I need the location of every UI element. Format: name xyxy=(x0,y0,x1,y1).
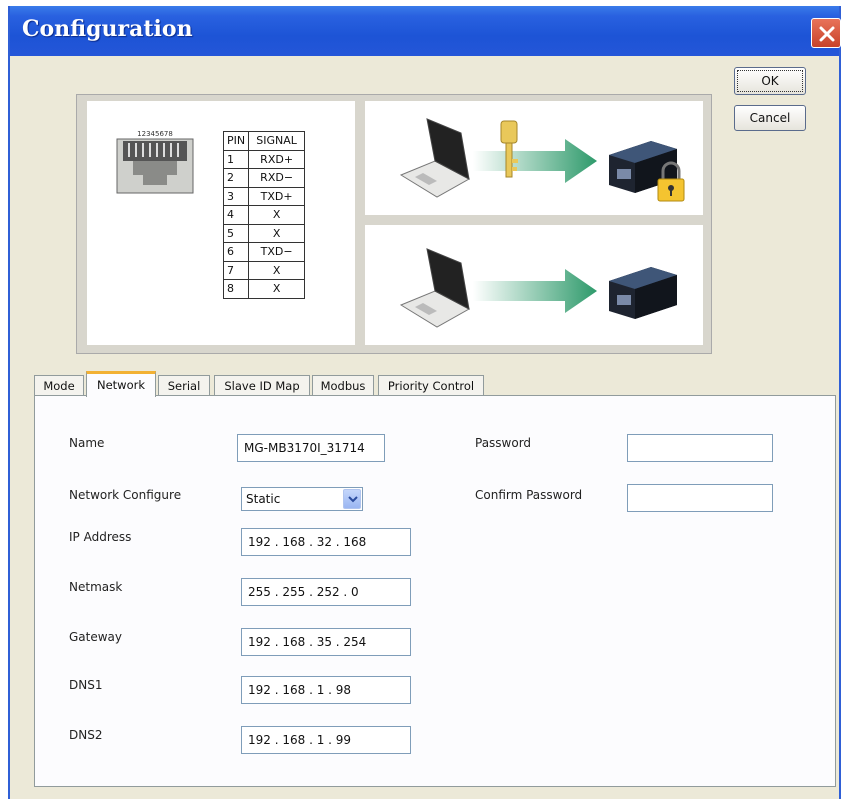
jack-pin-numbers: 12345678 xyxy=(137,130,173,138)
signal-cell: X xyxy=(248,260,306,280)
laptop-icon xyxy=(399,248,471,328)
table-row: 1 RXD+ xyxy=(222,149,306,169)
title-bar[interactable]: Configuration xyxy=(10,6,841,56)
dropdown-button[interactable] xyxy=(343,489,361,509)
dns2-field[interactable]: 192 . 168 . 1 . 99 xyxy=(241,726,411,754)
ip-address-field[interactable]: 192 . 168 . 32 . 168 xyxy=(241,528,411,556)
password-label: Password xyxy=(475,436,532,450)
tab-mode[interactable]: Mode xyxy=(34,375,84,397)
arrow-right-icon xyxy=(473,269,597,313)
network-configure-select[interactable]: Static xyxy=(241,487,363,511)
signal-cell: X xyxy=(248,223,306,243)
pinout-table: PIN SIGNAL 1 RXD+ 2 RXD− 3 TXD+ 4X 5X 6 TXD−… xyxy=(222,131,306,299)
tab-slave-id-map[interactable]: Slave ID Map xyxy=(214,375,310,397)
dns1-label: DNS1 xyxy=(69,678,103,692)
device-server-icon xyxy=(609,267,677,319)
table-row: 7X xyxy=(222,260,306,280)
ok-button[interactable]: OK xyxy=(734,67,806,95)
rj45-jack-icon: 12345678 xyxy=(116,130,194,194)
pin-header: PIN xyxy=(222,131,250,151)
tab-priority-control[interactable]: Priority Control xyxy=(378,375,484,397)
table-row: 8X xyxy=(222,279,306,299)
signal-cell: TXD− xyxy=(248,242,306,262)
gateway-field[interactable]: 192 . 168 . 35 . 254 xyxy=(241,628,411,656)
configuration-window: Configuration OK Cancel 12345678 PIN SIG… xyxy=(8,6,841,799)
network-tab-panel: Name MG-MB3170I_31714 Network Configure … xyxy=(34,395,836,787)
cancel-button[interactable]: Cancel xyxy=(734,105,806,131)
gateway-label: Gateway xyxy=(69,630,123,644)
table-row: 5X xyxy=(222,223,306,243)
netmask-label: Netmask xyxy=(69,580,123,594)
direct-connection-illustration xyxy=(365,225,703,345)
pin-cell: 8 xyxy=(222,279,250,299)
signal-cell: RXD− xyxy=(248,168,306,188)
pin-cell: 1 xyxy=(222,149,250,169)
pin-cell: 4 xyxy=(222,205,250,225)
tab-network[interactable]: Network xyxy=(86,371,156,397)
netmask-field[interactable]: 255 . 255 . 252 . 0 xyxy=(241,578,411,606)
dns2-label: DNS2 xyxy=(69,728,103,742)
dns1-field[interactable]: 192 . 168 . 1 . 98 xyxy=(241,676,411,704)
table-row: 6 TXD− xyxy=(222,242,306,262)
diagram-panel: 12345678 PIN SIGNAL 1 RXD+ 2 RXD− 3 TXD+ 4X… xyxy=(76,94,712,354)
confirm-password-field[interactable] xyxy=(627,484,773,512)
laptop-icon xyxy=(399,118,471,198)
confirm-password-label: Confirm Password xyxy=(475,488,583,502)
tab-serial[interactable]: Serial xyxy=(158,375,210,397)
pin-cell: 2 xyxy=(222,168,250,188)
signal-cell: RXD+ xyxy=(248,149,306,169)
chevron-down-icon xyxy=(348,496,358,503)
password-field[interactable] xyxy=(627,434,773,462)
name-field[interactable]: MG-MB3170I_31714 xyxy=(237,434,385,462)
network-configure-label: Network Configure xyxy=(69,488,182,502)
window-title: Configuration xyxy=(22,16,193,42)
close-button[interactable] xyxy=(811,18,841,48)
signal-cell: TXD+ xyxy=(248,186,306,206)
tab-modbus[interactable]: Modbus xyxy=(312,375,374,397)
ip-address-label: IP Address xyxy=(69,530,132,544)
table-row: 4X xyxy=(222,205,306,225)
pin-cell: 6 xyxy=(222,242,250,262)
close-icon xyxy=(819,26,835,42)
pin-cell: 5 xyxy=(222,223,250,243)
pin-cell: 7 xyxy=(222,260,250,280)
signal-header: SIGNAL xyxy=(248,131,306,151)
network-configure-value: Static xyxy=(246,492,281,506)
arrow-right-icon xyxy=(473,139,597,183)
table-row: 2 RXD− xyxy=(222,168,306,188)
pinout-card: 12345678 PIN SIGNAL 1 RXD+ 2 RXD− 3 TXD+ 4X… xyxy=(87,101,355,345)
name-label: Name xyxy=(69,436,105,450)
table-row: 3 TXD+ xyxy=(222,186,306,206)
pin-cell: 3 xyxy=(222,186,250,206)
secure-connection-illustration xyxy=(365,101,703,215)
signal-cell: X xyxy=(248,279,306,299)
signal-cell: X xyxy=(248,205,306,225)
